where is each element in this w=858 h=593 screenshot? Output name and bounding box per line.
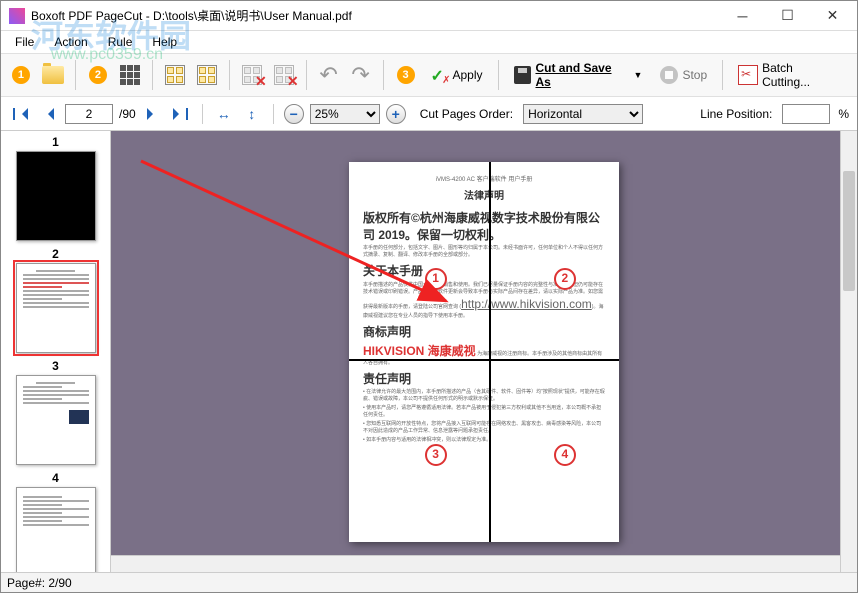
del-line-button[interactable]: ✕ [238, 61, 266, 89]
thumb-1[interactable]: 1 [5, 135, 106, 241]
close-button[interactable]: ✕ [810, 2, 855, 30]
step1-badge: 1 [7, 61, 35, 89]
apply-button[interactable]: Apply [423, 61, 489, 89]
step2-badge: 2 [84, 61, 112, 89]
window-title: Boxoft PDF PageCut - D:\tools\桌面\说明书\Use… [31, 7, 720, 24]
thumb-3[interactable]: 3 [5, 359, 106, 465]
next-page-button[interactable] [142, 103, 164, 125]
status-text: Page#: 2/90 [7, 576, 72, 590]
quadrant-1: 1 [425, 268, 447, 290]
cut-save-button[interactable]: Cut and Save As▼ [507, 61, 650, 89]
menu-help[interactable]: Help [142, 33, 187, 51]
order-label: Cut Pages Order: [420, 107, 513, 121]
step3-badge: 3 [392, 61, 420, 89]
scrollbar-horizontal[interactable] [111, 555, 840, 572]
first-page-button[interactable] [9, 103, 31, 125]
maximize-button[interactable]: ☐ [765, 2, 810, 30]
position-label: Line Position: [700, 107, 772, 121]
position-input[interactable] [782, 104, 830, 124]
grid-3x3-button[interactable] [116, 61, 144, 89]
scrollbar-vertical[interactable] [840, 131, 857, 572]
menu-action[interactable]: Action [44, 33, 97, 51]
prev-page-button[interactable] [37, 103, 59, 125]
batch-button[interactable]: Batch Cutting... [731, 61, 851, 89]
undo-button[interactable]: ↶ [315, 61, 343, 89]
quadrant-3: 3 [425, 444, 447, 466]
thumbnail-panel[interactable]: 1 2 3 4 5 [1, 131, 111, 572]
thumb-4[interactable]: 4 [5, 471, 106, 572]
zoom-in-button[interactable]: + [386, 104, 406, 124]
app-icon [9, 8, 25, 24]
thumb-2[interactable]: 2 [5, 247, 106, 353]
cut-line-vertical[interactable] [489, 162, 491, 542]
menu-file[interactable]: File [5, 33, 44, 51]
page-total: /90 [119, 107, 136, 121]
zoom-select[interactable]: 25% [310, 104, 380, 124]
minimize-button[interactable]: ─ [720, 2, 765, 30]
fit-width-button[interactable]: ↔ [213, 103, 235, 125]
last-page-button[interactable] [170, 103, 192, 125]
del-all-button[interactable]: ✕ [270, 61, 298, 89]
quadrant-2: 2 [554, 268, 576, 290]
cut-line-horizontal[interactable] [349, 359, 619, 361]
stop-button[interactable]: Stop [653, 61, 714, 89]
zoom-out-button[interactable]: − [284, 104, 304, 124]
menu-rule[interactable]: Rule [98, 33, 143, 51]
add-vline-button[interactable] [161, 61, 189, 89]
pct-label: % [838, 107, 849, 121]
open-button[interactable] [39, 61, 67, 89]
fit-height-button[interactable]: ↕ [241, 103, 263, 125]
quadrant-4: 4 [554, 444, 576, 466]
page-input[interactable] [65, 104, 113, 124]
redo-button[interactable]: ↷ [347, 61, 375, 89]
canvas[interactable]: 1 2 3 4 iVMS-4200 AC 客户端软件 用户手册 法律声明 版权所… [111, 131, 857, 572]
order-select[interactable]: Horizontal [523, 104, 643, 124]
add-hline-button[interactable] [193, 61, 221, 89]
page-view[interactable]: 1 2 3 4 iVMS-4200 AC 客户端软件 用户手册 法律声明 版权所… [349, 162, 619, 542]
